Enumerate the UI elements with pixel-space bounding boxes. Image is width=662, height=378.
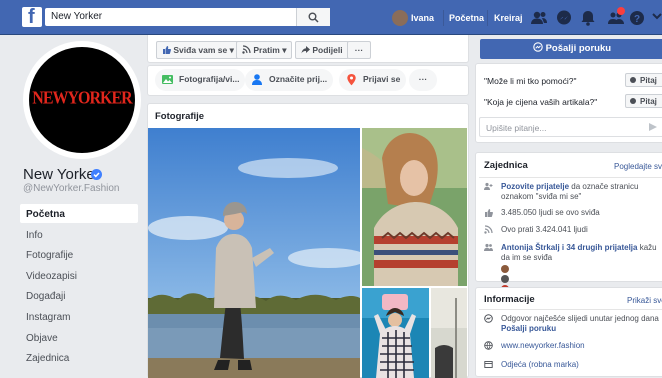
sidebar-item-videos[interactable]: Videozapisi: [20, 266, 138, 285]
suggested-question: "Koja je cijena vaših artikala?": [484, 97, 598, 107]
globe-icon: [484, 341, 493, 350]
ask-button-label: Pitaj: [640, 76, 657, 85]
more-actions-button[interactable]: ···: [347, 41, 371, 59]
friend-requests-icon[interactable]: [530, 9, 548, 27]
facebook-logo-icon[interactable]: f: [22, 6, 42, 28]
messenger-icon: [533, 42, 543, 52]
photo-woman-in-plaid: [362, 288, 429, 378]
tag-friends-icon: [252, 74, 262, 85]
follow-page-button[interactable]: Pratim ▾: [236, 41, 293, 59]
friends-icon: [484, 243, 493, 251]
page-username: @NewYorker.Fashion: [23, 183, 120, 194]
page-actions-bar: Sviđa vam se ▾ Pratim ▾ Podijeli ···: [147, 35, 469, 63]
friends-like-link[interactable]: Antonija Štrkalj i 34 drugih prijatelja: [501, 243, 637, 252]
tag-friends-label: Označite prij...: [269, 74, 328, 84]
ask-button[interactable]: Pitaj: [625, 94, 662, 108]
send-message-button[interactable]: Pošalji poruku: [480, 39, 662, 59]
invite-friends-icon: [484, 182, 493, 190]
messenger-dot-icon: [630, 77, 636, 83]
ask-button-label: Pitaj: [640, 97, 657, 106]
sidebar-item-events[interactable]: Događaji: [20, 286, 138, 305]
followers-count-text: Ovo prati 3.424.041 ljudi: [501, 225, 588, 234]
send-message-link[interactable]: Pošalji poruku: [501, 324, 556, 333]
thumbs-up-icon: [485, 209, 493, 217]
send-arrow-icon[interactable]: [648, 122, 658, 132]
like-label: Sviđa vam se: [173, 45, 228, 55]
brand-logo: NEWYORKER: [32, 89, 132, 108]
community-see-all-link[interactable]: Pogledajte sve: [614, 162, 662, 171]
composer-more-button[interactable]: ···: [409, 69, 437, 91]
sidebar-item-instagram[interactable]: Instagram: [20, 307, 138, 326]
ask-question-input[interactable]: Upišite pitanje...: [479, 117, 662, 137]
top-navigation-bar: f New Yorker Ivana Početna Kreiraj ?: [0, 0, 662, 35]
check-in-label: Prijavi se: [363, 74, 401, 84]
help-icon[interactable]: ?: [628, 9, 646, 27]
home-link[interactable]: Početna: [449, 13, 484, 23]
location-pin-icon: [347, 74, 356, 86]
website-link[interactable]: www.newyorker.fashion: [501, 341, 661, 351]
create-link[interactable]: Kreiraj: [494, 13, 523, 23]
sidebar-item-community[interactable]: Zajednica: [20, 348, 138, 367]
messenger-dot-icon: [630, 98, 636, 104]
avatar[interactable]: [501, 264, 509, 273]
account-menu-chevron-icon[interactable]: [652, 13, 662, 21]
photo-icon: [162, 75, 173, 84]
invite-friends-link[interactable]: Pozovite prijatelje: [501, 182, 569, 191]
svg-text:?: ?: [634, 14, 640, 25]
search-input[interactable]: New Yorker: [45, 8, 330, 26]
divider: [479, 309, 662, 310]
share-arrow-icon: [301, 46, 310, 54]
follow-label: Pratim: [253, 45, 280, 55]
divider: [479, 177, 662, 178]
search-button[interactable]: [296, 8, 330, 26]
photos-section-title[interactable]: Fotografije: [155, 111, 204, 122]
ask-button[interactable]: Pitaj: [625, 73, 662, 87]
like-page-button[interactable]: Sviđa vam se ▾: [156, 41, 240, 59]
rss-icon: [484, 225, 493, 234]
verified-badge-icon: [91, 169, 102, 180]
page-title: New Yorker: [23, 166, 100, 183]
community-title: Zajednica: [484, 160, 528, 171]
category-tag-icon: [484, 361, 493, 368]
photo-bottom-middle[interactable]: [362, 288, 429, 378]
suggested-question: "Može li mi tko pomoći?": [484, 76, 577, 86]
user-avatar[interactable]: [392, 10, 408, 26]
info-see-all-link[interactable]: Prikaži sve: [627, 296, 662, 305]
messenger-icon[interactable]: [555, 9, 573, 27]
notifications-bell-icon[interactable]: [579, 9, 597, 27]
divider: [487, 10, 488, 26]
category-link[interactable]: Odjeća (robna marka): [501, 360, 661, 370]
rss-icon: [242, 45, 251, 54]
info-title: Informacije: [484, 294, 535, 305]
check-in-button[interactable]: Prijavi se: [339, 69, 407, 91]
send-message-label: Pošalji poruku: [545, 43, 612, 54]
avatar[interactable]: [501, 274, 509, 283]
photo-large[interactable]: [148, 128, 360, 378]
photo-top-right[interactable]: [362, 128, 467, 286]
photo-woman-by-lake: [148, 128, 360, 378]
photo-bottom-right[interactable]: [431, 288, 467, 378]
profile-picture[interactable]: NEWYORKER: [29, 47, 135, 153]
photo-street-detail: [431, 288, 467, 378]
sidebar-item-home[interactable]: Početna: [20, 204, 138, 223]
sidebar-item-posts[interactable]: Objave: [20, 328, 138, 347]
share-label: Podijeli: [312, 45, 343, 55]
photo-video-button[interactable]: Fotografija/vi...: [155, 69, 246, 91]
divider: [443, 10, 444, 26]
sidebar-item-photos[interactable]: Fotografije: [20, 245, 138, 264]
tag-friends-button[interactable]: Označite prij...: [245, 69, 334, 91]
profile-link[interactable]: Ivana: [411, 13, 434, 23]
photo-video-label: Fotografija/vi...: [179, 74, 240, 84]
search-icon: [308, 12, 319, 23]
photo-woman-in-sweater: [362, 128, 467, 286]
sidebar-item-info[interactable]: Info: [20, 225, 138, 244]
share-page-button[interactable]: Podijeli: [295, 41, 349, 59]
likes-count-text: 3.485.050 ljudi se ovo sviđa: [501, 208, 600, 217]
thumbs-up-icon: [163, 46, 171, 54]
notification-badge: [617, 7, 625, 15]
messenger-icon: [484, 314, 493, 323]
response-time-text: Odgovor najčešće slijedi unutar jednog d…: [501, 314, 659, 323]
